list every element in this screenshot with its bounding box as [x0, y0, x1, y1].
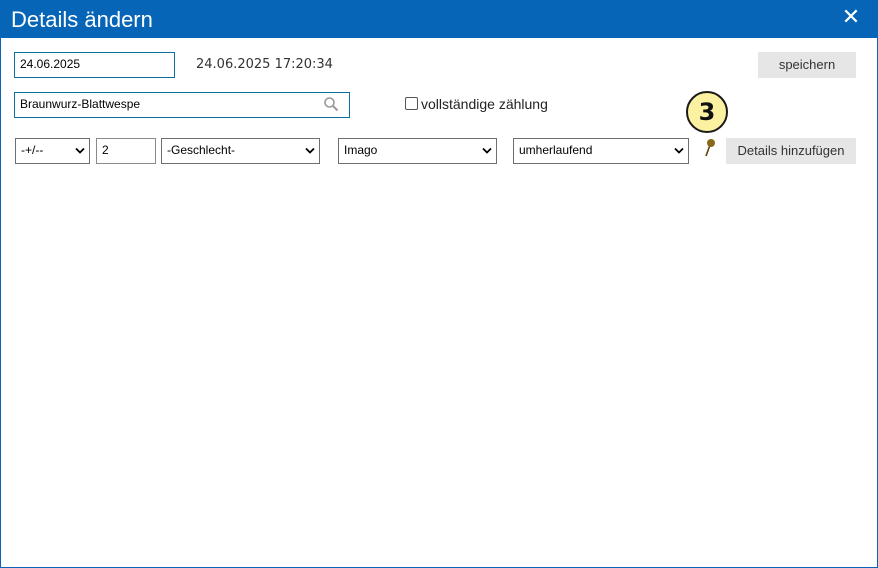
title-bar: Details ändern ✕ [1, 1, 877, 38]
species-search-input[interactable]: Braunwurz-Blattwespe [14, 92, 350, 118]
step-badge: 3 [686, 91, 728, 133]
sex-select-value: -Geschlecht- [167, 143, 236, 157]
stage-select[interactable]: Imago [338, 138, 497, 164]
chevron-down-icon [482, 147, 492, 154]
stage-select-value: Imago [344, 143, 378, 157]
complete-count-label: vollständige zählung [421, 96, 548, 112]
complete-count-checkbox[interactable] [405, 97, 418, 110]
behaviour-select[interactable]: umherlaufend [513, 138, 689, 164]
sex-select[interactable]: -Geschlecht- [161, 138, 320, 164]
sign-select[interactable]: -+/-- [15, 138, 90, 164]
map-pin-icon[interactable] [702, 138, 716, 158]
chevron-down-icon [305, 147, 315, 154]
complete-count-option[interactable]: vollständige zählung [405, 95, 548, 113]
timestamp-text: 24.06.2025 17:20:34 [196, 57, 333, 72]
chevron-down-icon [75, 147, 85, 154]
chevron-down-icon [674, 147, 684, 154]
search-icon[interactable] [323, 96, 339, 112]
behaviour-select-value: umherlaufend [519, 143, 593, 157]
details-dialog: Details ändern ✕ 24.06.2025 24.06.2025 1… [0, 0, 878, 568]
add-details-button[interactable]: Details hinzufügen [726, 138, 856, 164]
dialog-title: Details ändern [11, 7, 153, 32]
save-button[interactable]: speichern [758, 52, 856, 78]
date-input[interactable]: 24.06.2025 [14, 52, 175, 78]
count-input[interactable]: 2 [96, 138, 156, 164]
sign-select-value: -+/-- [21, 143, 44, 157]
close-icon[interactable]: ✕ [841, 5, 861, 29]
